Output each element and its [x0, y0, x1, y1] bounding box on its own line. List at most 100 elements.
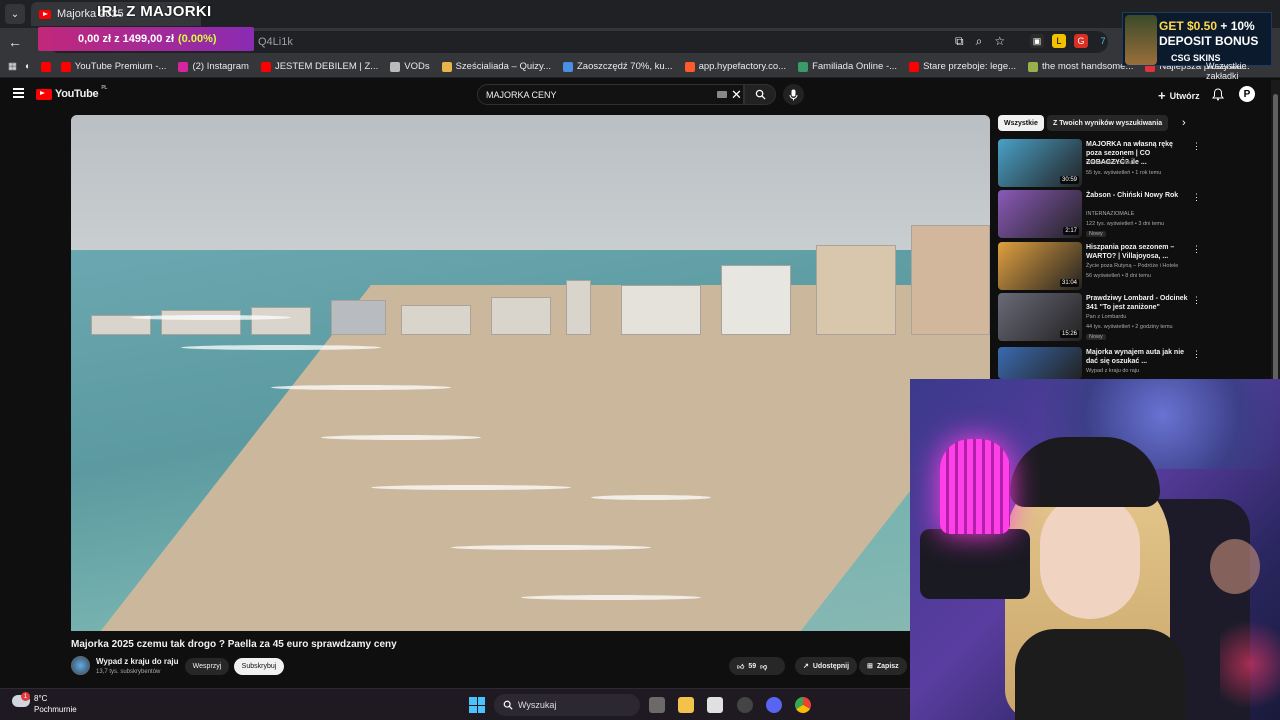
channel-name[interactable]: Wypad z kraju do raju [96, 657, 179, 666]
recommended-channel[interactable]: INTERNAZIOMALE [1086, 211, 1134, 217]
recommended-title[interactable]: Hiszpania poza sezonem – WARTO? | Villaj… [1086, 243, 1188, 261]
dislike-button[interactable]: 👎︎ [760, 662, 767, 671]
bookmark-favicon-icon [562, 61, 573, 72]
join-button[interactable]: Wesprzyj [185, 658, 229, 675]
bookmark-favicon-icon [798, 61, 809, 72]
youtube-logo-icon [36, 88, 52, 100]
more-options-icon[interactable]: ⋮ [1192, 141, 1201, 152]
video-thumbnail[interactable] [998, 347, 1082, 379]
subscribe-button[interactable]: Subskrybuj [234, 658, 284, 675]
store-icon[interactable] [707, 697, 723, 713]
bookmark-item[interactable]: YouTube Premium -... [60, 61, 166, 72]
video-player[interactable] [71, 115, 990, 631]
more-options-icon[interactable]: ⋮ [1192, 192, 1201, 203]
recommended-video[interactable]: 15:26 Prawdziwy Lombard - Odcinek 341 "To… [998, 293, 1268, 343]
extensions-area: ▣ L G 7 [1030, 34, 1110, 48]
zoom-icon[interactable]: ⌕ [976, 34, 983, 49]
video-thumbnail[interactable]: 15:26 [998, 293, 1082, 341]
bookmark-label: JESTEM DEBILEM | Z... [274, 61, 379, 72]
bookmark-item[interactable]: Sześcialiada – Quizy... [441, 61, 551, 72]
all-bookmarks[interactable]: Wszystkie zakładki [1206, 61, 1280, 81]
promo-banner[interactable]: GET $0.50 + 10% DEPOSIT BONUS CSG SKINS [1122, 12, 1272, 66]
discord-icon[interactable] [766, 697, 782, 713]
share-button[interactable]: ↗ Udostępnij [795, 657, 858, 675]
taskbar-search[interactable]: Wyszukaj [494, 694, 640, 716]
file-explorer-icon[interactable] [678, 697, 694, 713]
bookmark-item[interactable]: the most handsome... [1028, 61, 1133, 72]
voice-search-button[interactable] [783, 84, 804, 105]
bookmark-item[interactable]: JESTEM DEBILEM | Z... [260, 61, 379, 72]
bookmark-item[interactable]: Stare przeboje: lege... [909, 61, 1016, 72]
search-input[interactable]: MAJORKA CENY [477, 84, 744, 105]
bookmark-label: the most handsome... [1042, 61, 1134, 72]
more-options-icon[interactable]: ⋮ [1192, 349, 1201, 360]
search-icon [755, 89, 766, 100]
recommended-channel[interactable]: Pan z Lombardu [1086, 314, 1126, 320]
video-thumbnail[interactable]: 31:04 [998, 242, 1082, 290]
windows-taskbar: 1 8°C Pochmurnie Wyszukaj [0, 688, 910, 720]
recommended-video[interactable]: 30:59 MAJORKA na własną rękę poza sezonem… [998, 139, 1268, 189]
menu-icon[interactable] [13, 88, 24, 98]
weather-badge: 1 [21, 692, 30, 701]
apps-grid-icon[interactable]: ▦ [8, 61, 17, 72]
tab-search-chevron-icon[interactable]: ⌄ [5, 4, 25, 24]
recommended-channel[interactable]: milena.wilamowska [1086, 160, 1133, 166]
keyboard-icon[interactable] [717, 91, 727, 98]
recommended-channel[interactable]: Wypad z kraju do raju [1086, 368, 1139, 374]
promo-character-image [1125, 15, 1157, 65]
bookmark-misc-icon[interactable]: ◐ [25, 61, 31, 72]
bookmark-item[interactable]: app.hypefactory.co... [684, 61, 786, 72]
extension-3-icon[interactable]: G [1074, 34, 1088, 48]
like-button[interactable]: 👍︎ 59 [737, 662, 756, 671]
recommended-video[interactable]: 2:17 Żabson - Chiński Nowy Rok INTERNAZIOM… [998, 190, 1268, 240]
task-view-icon[interactable] [649, 697, 665, 713]
streamer-shirt [1015, 629, 1185, 720]
bookmark-item[interactable]: VODs [390, 61, 430, 72]
chrome-icon[interactable] [795, 697, 811, 713]
search-button[interactable] [744, 84, 776, 105]
extension-4-icon[interactable]: 7 [1096, 34, 1110, 48]
install-app-icon[interactable]: ⧉ [955, 34, 964, 49]
channel-avatar[interactable] [71, 656, 90, 675]
clock-app-icon[interactable] [737, 697, 753, 713]
extension-1-icon[interactable]: ▣ [1030, 34, 1044, 48]
bookmark-item[interactable]: (2) Instagram [178, 61, 249, 72]
notifications-button[interactable] [1212, 88, 1224, 106]
bookmark-label: (2) Instagram [192, 61, 249, 72]
save-button[interactable]: ⊞ Zapisz [859, 657, 907, 675]
recommended-channel[interactable]: Życie poza Rutyną – Podróże i Hotele [1086, 263, 1178, 269]
youtube-logo[interactable]: YouTube PL [36, 85, 107, 100]
video-duration: 2:17 [1063, 227, 1079, 235]
chevron-right-icon[interactable]: › [1182, 117, 1186, 129]
video-thumbnail[interactable]: 30:59 [998, 139, 1082, 187]
save-icon: ⊞ [867, 663, 873, 670]
recommended-meta: 56 wyświetleń • 8 dni temu [1086, 273, 1151, 279]
bookmark-star-icon[interactable]: ☆ [994, 34, 1005, 49]
more-options-icon[interactable]: ⋮ [1192, 295, 1201, 306]
bookmark-item[interactable]: Zaoszczędź 70%, ku... [562, 61, 673, 72]
bookmark-item[interactable]: Familiada Online -... [798, 61, 897, 72]
extension-2-icon[interactable]: L [1052, 34, 1066, 48]
bookmark-favicon-icon [1028, 61, 1039, 72]
youtube-bookmark-icon[interactable] [40, 61, 51, 72]
subscriber-count: 13,7 tys. subskrybentów [96, 669, 161, 675]
back-arrow-icon[interactable]: ← [4, 31, 26, 53]
teddy-bear [1210, 539, 1260, 594]
recommended-title[interactable]: Prawdziwy Lombard - Odcinek 341 "To jest… [1086, 294, 1188, 312]
youtube-logo-text: YouTube [55, 88, 99, 100]
chip-all[interactable]: Wszystkie [998, 115, 1044, 131]
weather-description: Pochmurnie [34, 705, 77, 714]
recommended-title[interactable]: Żabson - Chiński Nowy Rok [1086, 191, 1188, 200]
streamer-beanie [1010, 437, 1160, 507]
chip-from-search[interactable]: Z Twoich wyników wyszukiwania [1047, 115, 1169, 131]
more-options-icon[interactable]: ⋮ [1192, 244, 1201, 255]
clear-search-icon[interactable]: ✕ [731, 87, 742, 103]
recommended-video[interactable]: 31:04 Hiszpania poza sezonem – WARTO? | V… [998, 242, 1268, 292]
recommended-meta: 122 tys. wyświetleń • 3 dni temu [1086, 221, 1165, 227]
windows-start-icon[interactable] [469, 697, 485, 713]
create-button[interactable]: + Utwórz [1158, 88, 1200, 103]
account-avatar[interactable]: P [1239, 86, 1255, 102]
recommended-title[interactable]: Majorka wynajem auta jak nie dać się osz… [1086, 348, 1188, 366]
video-thumbnail[interactable]: 2:17 [998, 190, 1082, 238]
bookmark-label: Zaoszczędź 70%, ku... [576, 61, 673, 72]
